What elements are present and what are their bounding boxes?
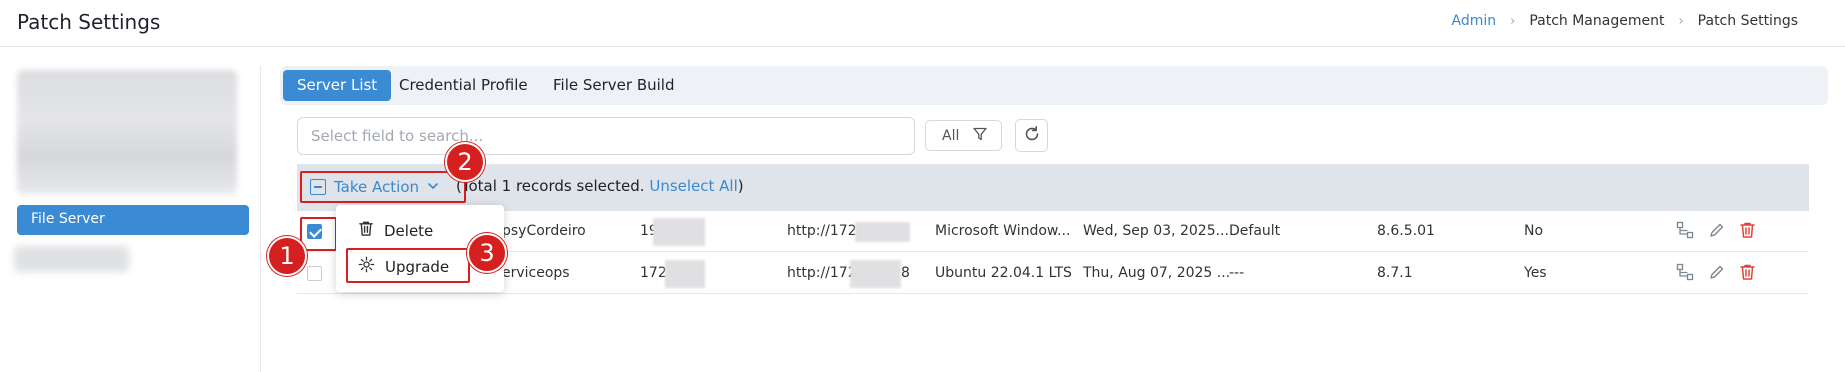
row-version: 8.7.1 — [1377, 265, 1413, 281]
table-row[interactable]: erviceops 172 http://172 8 Ubuntu 22.04.… — [297, 253, 1809, 294]
row-actions — [1676, 263, 1756, 285]
close-paren: ) — [737, 177, 744, 195]
refresh-button[interactable] — [1015, 119, 1048, 152]
row-flag: Yes — [1524, 265, 1547, 281]
breadcrumb: Admin › Patch Management › Patch Setting… — [1452, 13, 1799, 29]
step-badge-1: 1 — [267, 236, 307, 276]
row-ip: 172 — [640, 265, 667, 281]
tab-bar: Server List Credential Profile File Serv… — [280, 66, 1828, 105]
row-os: Microsoft Window... — [935, 223, 1071, 239]
breadcrumb-separator: › — [1678, 13, 1684, 29]
row-os: Ubuntu 22.04.1 LTS — [935, 265, 1072, 281]
breadcrumb-admin[interactable]: Admin — [1452, 13, 1497, 29]
take-action-label: Take Action — [334, 178, 419, 196]
row-date: Thu, Aug 07, 2025 ... — [1083, 265, 1231, 281]
filter-dropdown[interactable]: All — [925, 120, 1002, 151]
row-name: erviceops — [502, 265, 570, 281]
take-action-button[interactable]: Take Action — [300, 171, 466, 203]
delete-icon[interactable] — [1739, 221, 1756, 243]
redacted-ip — [653, 218, 705, 246]
hierarchy-icon[interactable] — [1676, 263, 1694, 285]
tab-credential-profile[interactable]: Credential Profile — [385, 70, 542, 101]
sidebar-redacted-item — [14, 246, 129, 272]
menu-item-delete[interactable]: Delete — [358, 220, 433, 241]
unselect-all-link[interactable]: Unselect All — [649, 177, 737, 195]
row-url: http://172 — [787, 265, 857, 281]
highlight-box-step-1 — [300, 217, 337, 251]
chevron-down-icon — [427, 178, 439, 196]
redacted-url — [850, 260, 901, 288]
filter-label: All — [942, 127, 960, 144]
tab-file-server-build[interactable]: File Server Build — [539, 70, 688, 101]
redacted-ip — [665, 260, 705, 288]
row-actions — [1676, 221, 1756, 243]
edit-icon[interactable] — [1708, 222, 1725, 243]
refresh-icon — [1022, 124, 1042, 148]
row-url: http://172. — [787, 223, 862, 239]
breadcrumb-patch-settings: Patch Settings — [1697, 13, 1798, 29]
edit-icon[interactable] — [1708, 264, 1725, 285]
row-profile: --- — [1229, 265, 1245, 281]
sidebar-divider — [260, 66, 261, 372]
row-url-tail: 8 — [901, 265, 910, 281]
filter-icon — [973, 127, 988, 145]
selection-summary: (Total 1 records selected. Unselect All) — [456, 177, 744, 195]
breadcrumb-patch-management[interactable]: Patch Management — [1529, 13, 1664, 29]
breadcrumb-separator: › — [1510, 13, 1516, 29]
sidebar-item-file-server[interactable]: File Server — [17, 205, 249, 235]
search-input[interactable] — [297, 117, 915, 155]
hierarchy-icon[interactable] — [1676, 221, 1694, 243]
trash-icon — [358, 220, 374, 241]
menu-item-delete-label: Delete — [384, 221, 434, 240]
selection-count-text: Total 1 records selected. — [461, 177, 645, 195]
highlight-box-step-3 — [346, 248, 470, 283]
step-badge-2: 2 — [445, 142, 485, 182]
redacted-url — [855, 222, 910, 242]
row-profile: Default — [1229, 223, 1281, 239]
row-date: Wed, Sep 03, 2025... — [1083, 223, 1229, 239]
delete-icon[interactable] — [1739, 263, 1756, 285]
table-row[interactable]: psyCordeiro 19 http://172. Microsoft Win… — [297, 211, 1809, 252]
indeterminate-checkbox-icon[interactable] — [310, 179, 326, 195]
step-badge-3: 3 — [467, 233, 507, 273]
row-flag: No — [1524, 223, 1544, 239]
tab-server-list[interactable]: Server List — [283, 70, 392, 101]
row-name: psyCordeiro — [502, 223, 586, 239]
row-checkbox[interactable] — [307, 266, 322, 281]
row-version: 8.6.5.01 — [1377, 223, 1435, 239]
page-title: Patch Settings — [17, 10, 161, 34]
page-header: Patch Settings Admin › Patch Management … — [0, 0, 1845, 47]
sidebar-redacted-items — [17, 70, 237, 194]
